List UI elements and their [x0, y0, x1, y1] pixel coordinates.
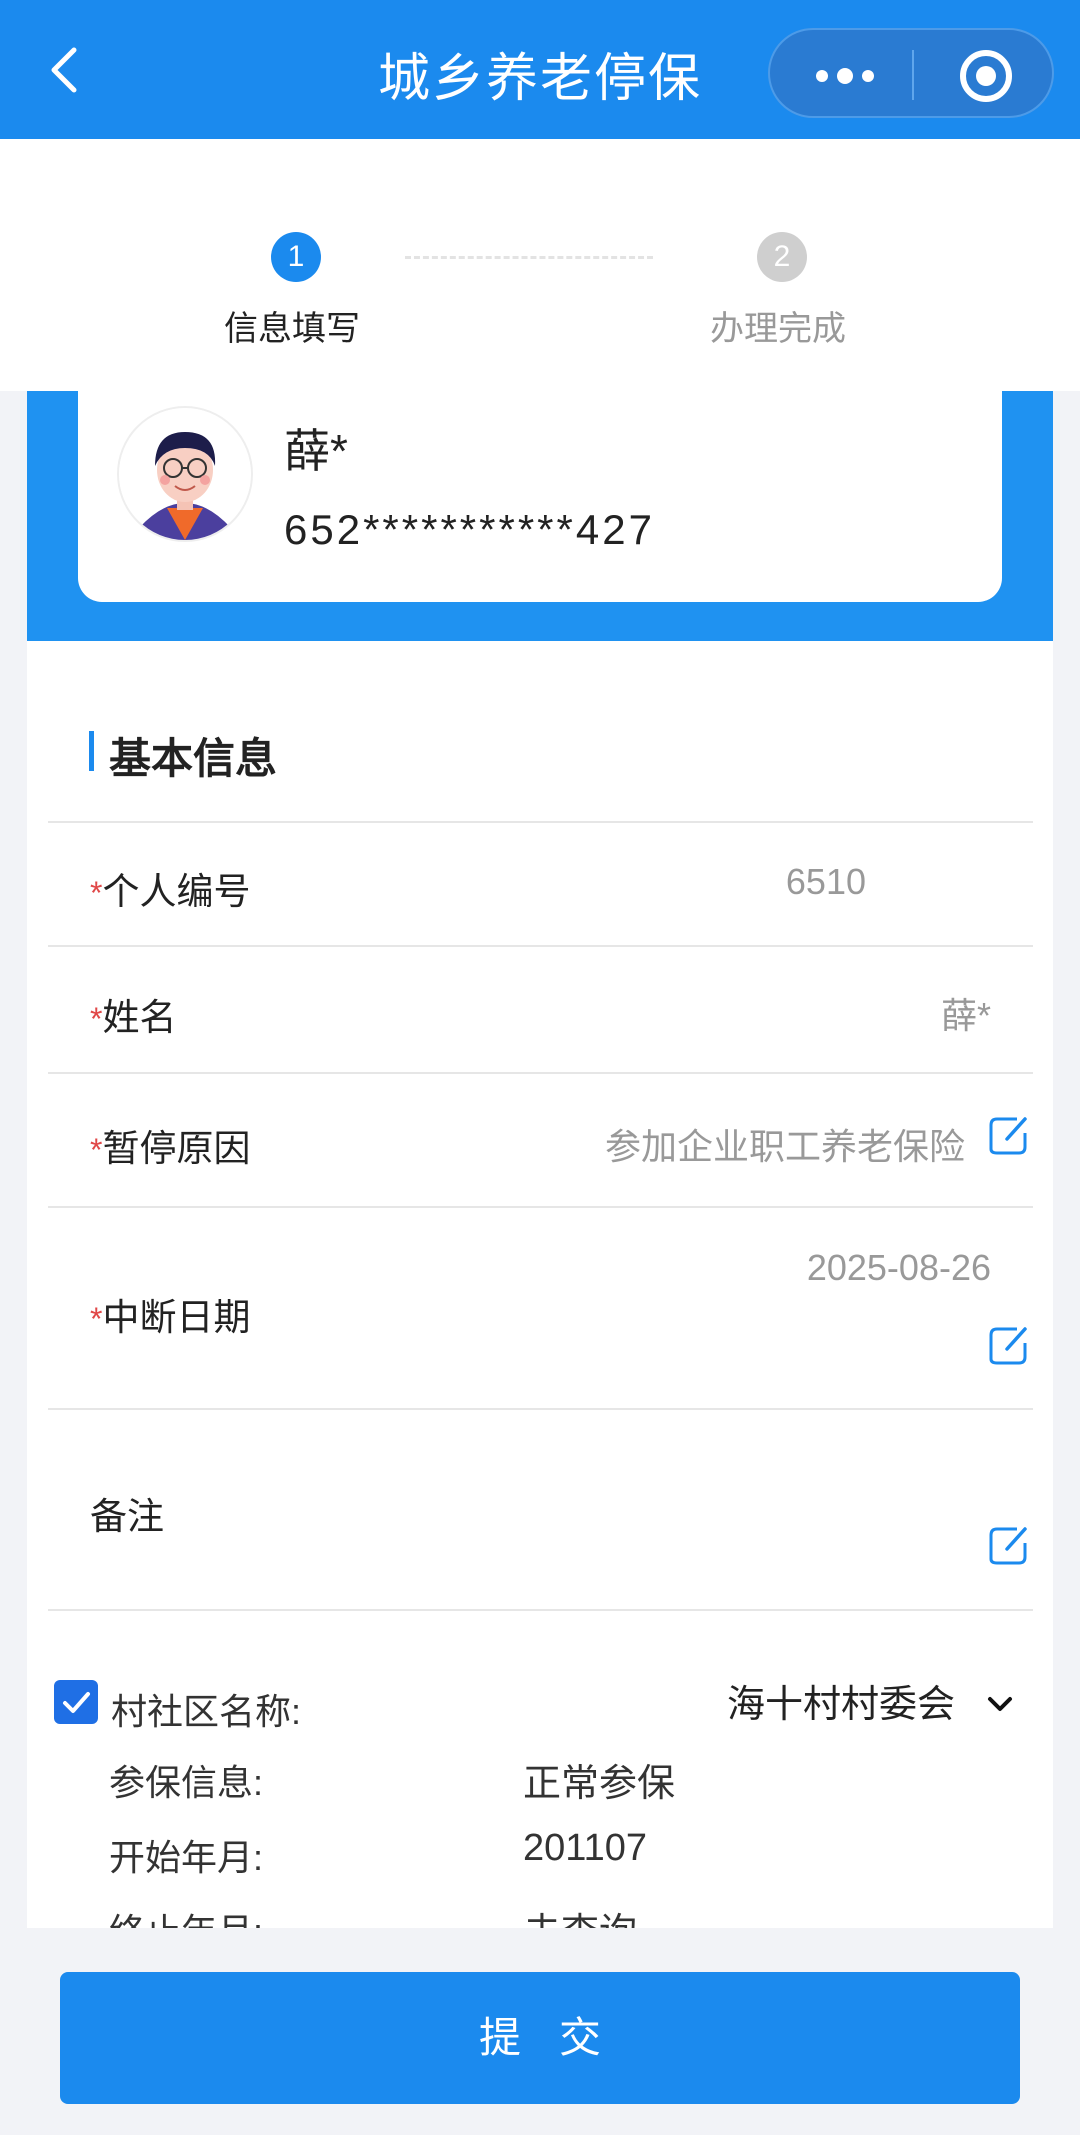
personal-id-value: 6510 [785, 861, 866, 902]
step-2-label: 办理完成 [710, 310, 846, 348]
user-id-number: 652***********427 [284, 506, 655, 553]
interrupt-date-value[interactable]: 2025-08-26 [807, 1247, 991, 1289]
personal-id-label: *个人编号 [90, 861, 250, 915]
close-button[interactable] [958, 48, 1014, 104]
pause-reason-label-text: 暂停原因 [102, 1128, 251, 1169]
insurance-status-value: 正常参保 [523, 1763, 676, 1805]
divider [48, 1609, 1033, 1611]
name-value: 薛* [940, 995, 991, 1036]
required-mark: * [90, 1301, 103, 1337]
progress-steps: 1 2 信息填写 办理完成 [0, 139, 1080, 391]
step-1-indicator: 1 [271, 232, 321, 282]
close-target-icon [960, 50, 1012, 102]
user-name: 薛* [284, 425, 348, 477]
start-month-label: 开始年月: [109, 1837, 264, 1878]
end-month-value: 未查询 [523, 1901, 637, 1928]
required-mark: * [90, 875, 103, 911]
submit-button[interactable]: 提交 [60, 1972, 1020, 2104]
required-mark: * [90, 1132, 103, 1168]
user-card: 薛* 652***********427 [78, 391, 1002, 602]
capsule-divider [912, 50, 914, 100]
remark-label: 备注 [90, 1496, 164, 1537]
step-2-indicator: 2 [757, 232, 807, 282]
insurance-status-label: 参保信息: [109, 1762, 264, 1803]
required-mark: * [90, 1001, 103, 1037]
divider [48, 945, 1033, 947]
interrupt-date-label: *中断日期 [90, 1287, 250, 1341]
step-connector [405, 256, 653, 259]
edit-icon[interactable] [987, 1323, 1031, 1367]
divider [48, 1206, 1033, 1208]
navigation-bar: 城乡养老停保 [0, 0, 1080, 139]
divider [48, 821, 1033, 823]
name-label-text: 姓名 [102, 997, 177, 1038]
section-accent-bar [89, 731, 94, 771]
interrupt-date-label-text: 中断日期 [102, 1297, 251, 1338]
village-select-value[interactable]: 海十村村委会 [727, 1673, 955, 1728]
village-label: 村社区名称: [111, 1691, 302, 1732]
name-label: *姓名 [90, 987, 176, 1041]
avatar-icon [119, 408, 251, 540]
more-button[interactable] [810, 56, 880, 96]
start-month-value: 201107 [523, 1827, 647, 1869]
checkbox-icon [63, 1692, 90, 1713]
personal-id-label-text: 个人编号 [102, 871, 251, 912]
divider [48, 1408, 1033, 1410]
village-checkbox[interactable] [54, 1680, 98, 1724]
menu-capsule [768, 28, 1054, 118]
avatar [117, 406, 253, 542]
chevron-down-icon[interactable] [985, 1689, 1015, 1719]
pause-reason-label: *暂停原因 [90, 1118, 250, 1172]
pause-reason-value[interactable]: 参加企业职工养老保险 [605, 1118, 965, 1170]
end-month-label: 终止年月: [109, 1903, 263, 1928]
edit-icon[interactable] [987, 1523, 1031, 1567]
edit-icon[interactable] [987, 1113, 1031, 1157]
step-1-label: 信息填写 [224, 310, 360, 348]
divider [48, 1072, 1033, 1074]
more-icon [816, 68, 874, 84]
section-title-text: 基本信息 [109, 735, 278, 782]
form-scroll-area[interactable]: 薛* 652***********427 基本信息 *个人编号 6510 *姓名… [27, 391, 1053, 1928]
